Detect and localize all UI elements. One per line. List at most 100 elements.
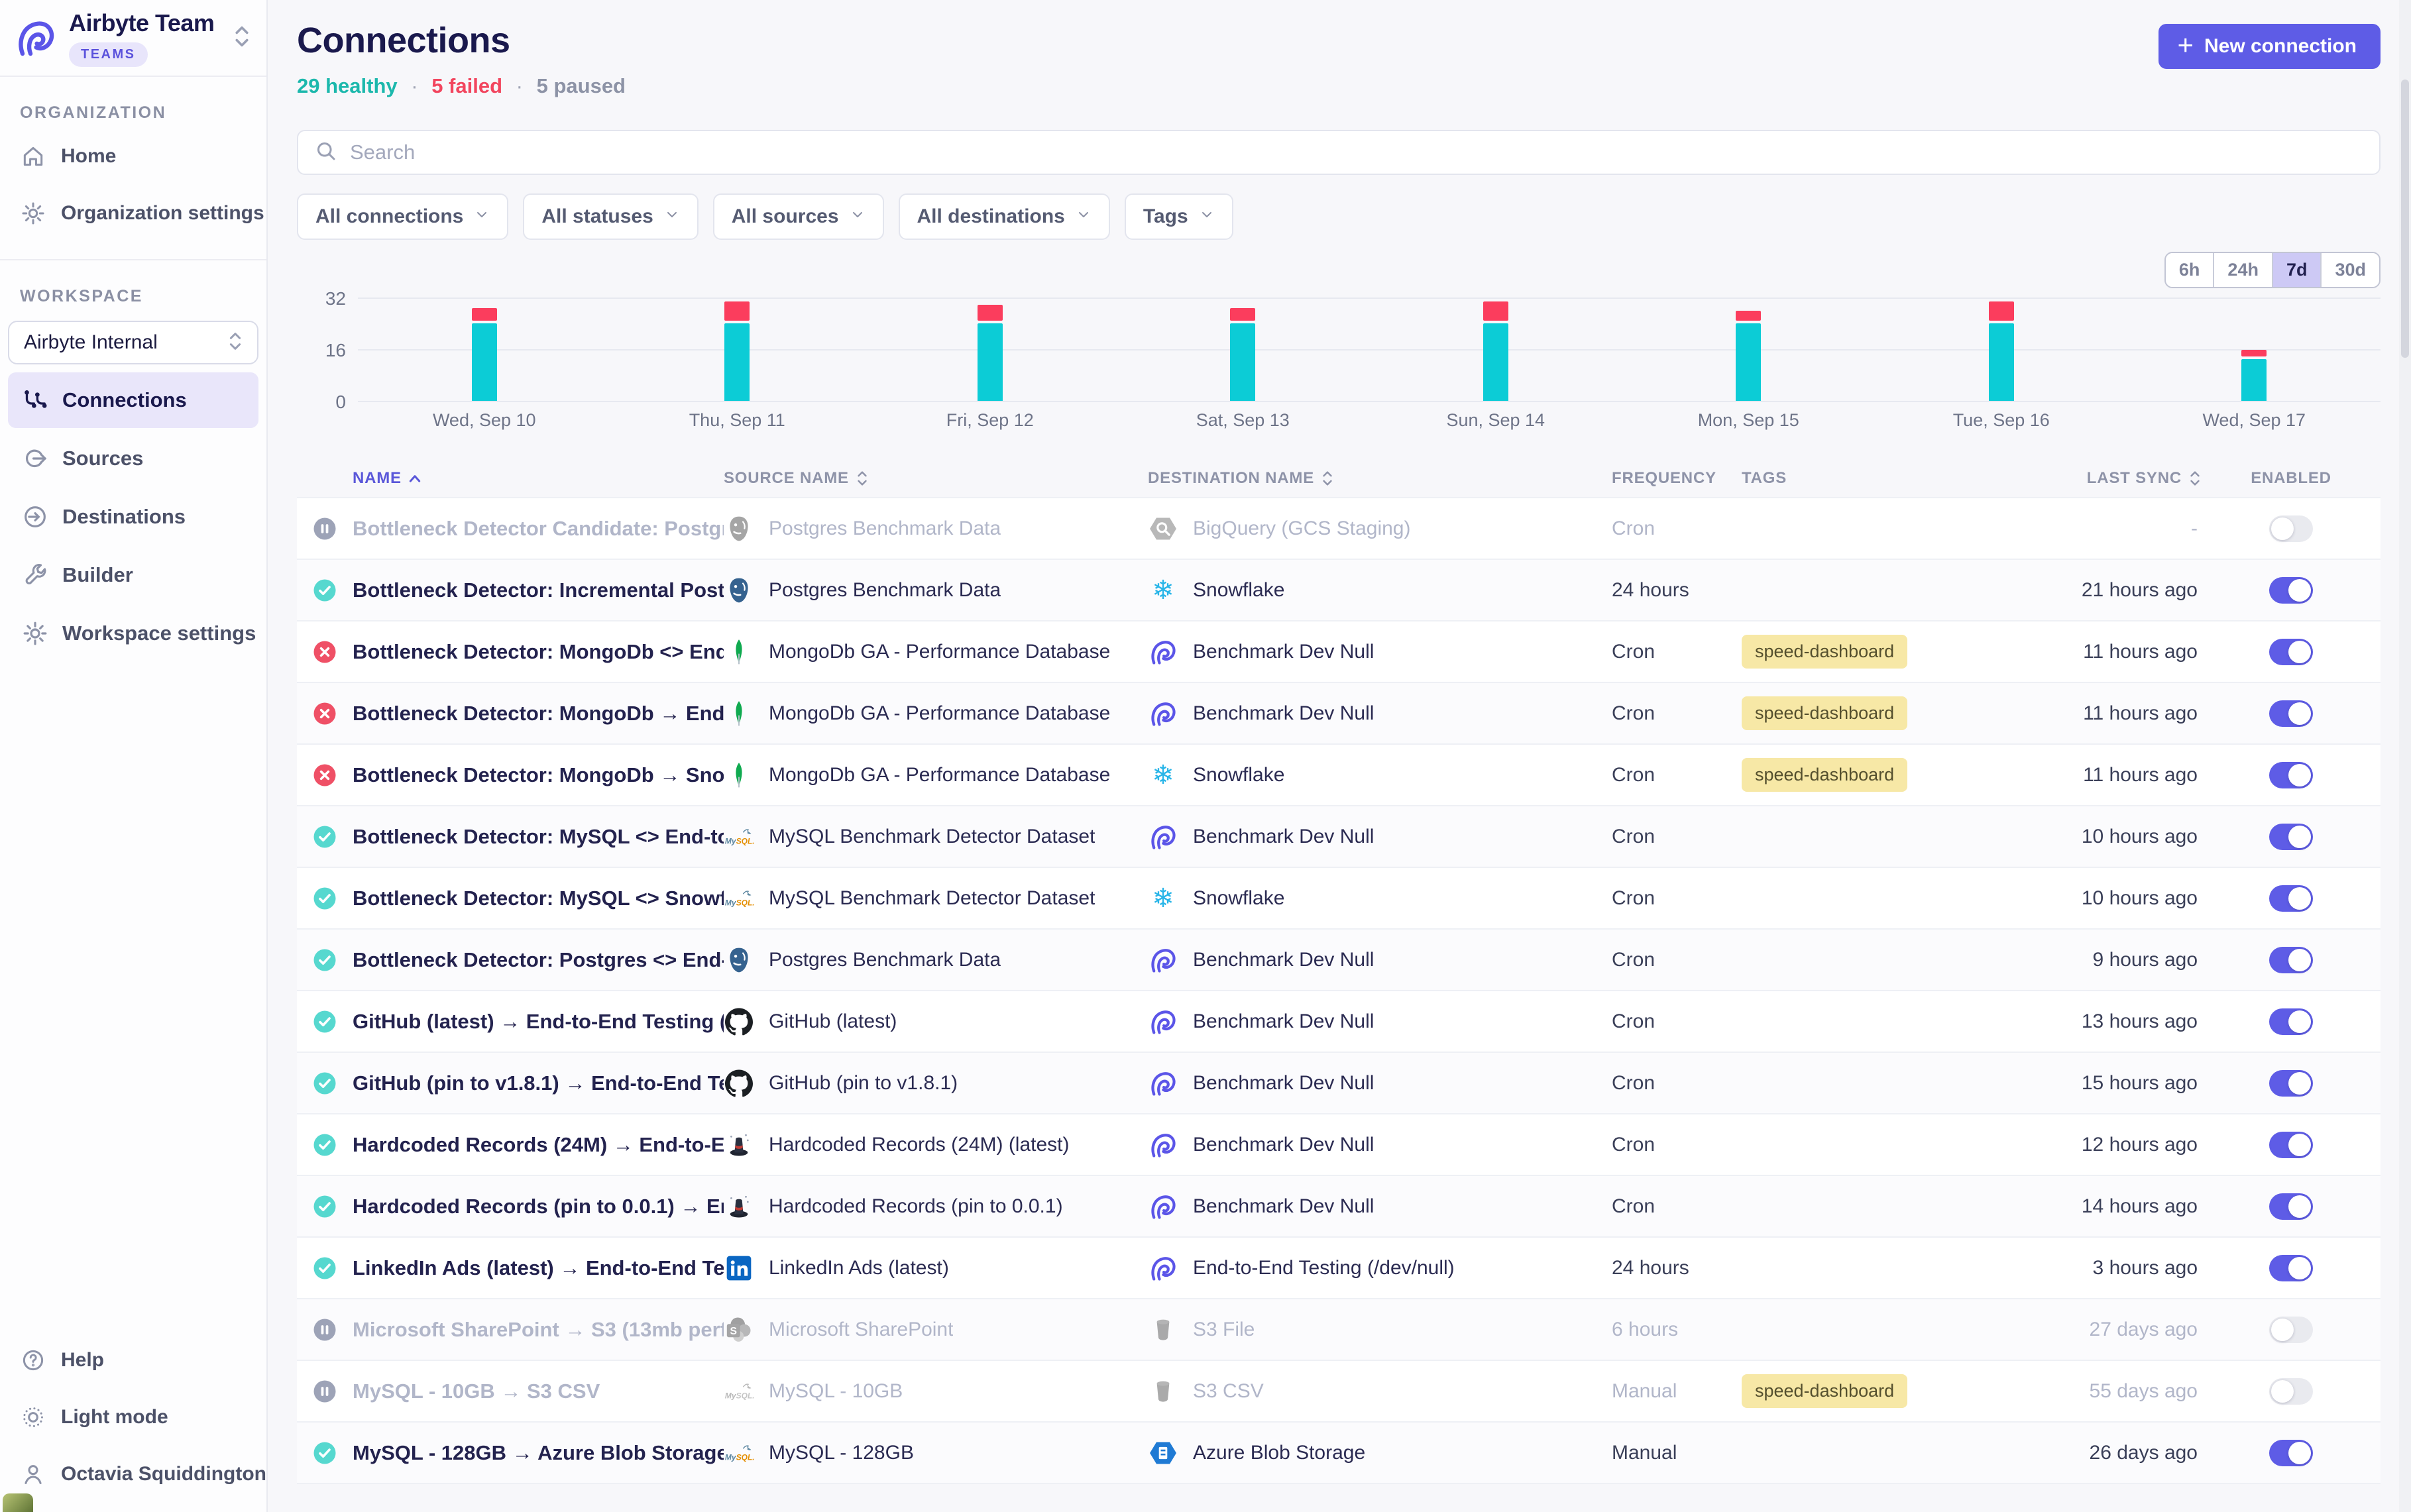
scrollbar-track[interactable] <box>2399 0 2411 1512</box>
failed-status-icon <box>313 763 337 787</box>
enabled-toggle[interactable] <box>2269 1378 2313 1405</box>
destination-name: S3 File <box>1193 1319 1255 1341</box>
last-sync: 12 hours ago <box>2082 1134 2198 1156</box>
table-row[interactable]: GitHub (latest) → End-to-End Testing (/d… <box>297 991 2381 1053</box>
table-row[interactable]: Hardcoded Records (pin to 0.0.1) → End-t… <box>297 1176 2381 1238</box>
last-sync: 26 days ago <box>2090 1442 2198 1464</box>
sidebar-item-help[interactable]: Help <box>0 1332 266 1389</box>
sidebar-item-connections[interactable]: Connections <box>8 372 258 428</box>
enabled-toggle[interactable] <box>2269 824 2313 850</box>
sort-icon <box>1321 469 1334 488</box>
time-range-option-7d[interactable]: 7d <box>2273 253 2322 287</box>
x-tick: Sun, Sep 14 <box>1369 410 1622 431</box>
toggle-knob <box>2288 641 2311 663</box>
chart-bar-2 <box>864 297 1117 401</box>
enabled-toggle[interactable] <box>2269 947 2313 973</box>
connection-name: Bottleneck Detector: Incremental Postgre… <box>353 578 724 602</box>
table-row[interactable]: Bottleneck Detector: MySQL <> Snowflake … <box>297 868 2381 930</box>
table-row[interactable]: Bottleneck Detector: MongoDb → Snowflake… <box>297 745 2381 806</box>
column-header-last-sync[interactable]: LAST SYNC <box>2029 469 2202 488</box>
chevron-down-icon <box>664 205 680 228</box>
column-header-name[interactable]: NAME <box>353 469 724 488</box>
sidebar-item-light-mode[interactable]: Light mode <box>0 1389 266 1446</box>
table-row[interactable]: Bottleneck Detector: MongoDb → End-to-En… <box>297 683 2381 745</box>
table-row[interactable]: Hardcoded Records (24M) → End-to-End Te.… <box>297 1114 2381 1176</box>
org-plan-badge: TEAMS <box>69 42 148 67</box>
connection-name: Bottleneck Detector: MongoDb → End-to-En… <box>353 702 724 726</box>
failed-bar-segment <box>1230 308 1255 321</box>
table-row[interactable]: Microsoft SharePoint → S3 (13mb performa… <box>297 1299 2381 1361</box>
sidebar-item-workspace-settings[interactable]: Workspace settings <box>8 606 258 661</box>
sidebar-item-home[interactable]: Home <box>0 128 266 185</box>
sidebar-item-organization-settings[interactable]: Organization settings <box>0 185 266 242</box>
table-row[interactable]: MySQL - 10GB → S3 CSV MySQL.MySQL - 10GB… <box>297 1361 2381 1423</box>
sidebar-item-builder[interactable]: Builder <box>8 547 258 603</box>
hardcoded-icon <box>724 1130 754 1160</box>
y-tick: 32 <box>325 288 346 309</box>
table-row[interactable]: GitHub (pin to v1.8.1) → End-to-End Test… <box>297 1053 2381 1114</box>
enabled-toggle[interactable] <box>2269 1070 2313 1097</box>
table-row[interactable]: Bottleneck Detector: MongoDb <> End-to-E… <box>297 621 2381 683</box>
table-row[interactable]: Bottleneck Detector: MySQL <> End-to-End… <box>297 806 2381 868</box>
paused-status-icon <box>313 1318 337 1342</box>
source-name: GitHub (latest) <box>769 1010 897 1033</box>
toggle-knob <box>2271 1319 2294 1341</box>
filter-row: All connections All statuses All sources Al… <box>297 193 2381 240</box>
enabled-toggle[interactable] <box>2269 515 2313 542</box>
enabled-toggle[interactable] <box>2269 762 2313 788</box>
enabled-toggle[interactable] <box>2269 1255 2313 1281</box>
scrollbar-thumb[interactable] <box>2401 80 2409 358</box>
workspace-selector[interactable]: Airbyte Internal <box>8 321 258 364</box>
tag-badge: speed-dashboard <box>1742 635 1907 669</box>
enabled-toggle[interactable] <box>2269 1132 2313 1158</box>
failed-count: 5 failed <box>431 74 502 97</box>
filter-dropdown-all-destinations[interactable]: All destinations <box>899 193 1110 240</box>
filter-dropdown-all-statuses[interactable]: All statuses <box>523 193 698 240</box>
frequency: Manual <box>1612 1442 1677 1464</box>
new-connection-button[interactable]: + New connection <box>2159 24 2381 69</box>
paused-status-icon <box>313 1379 337 1403</box>
postgres-icon <box>724 513 754 544</box>
search-input[interactable] <box>350 140 2363 164</box>
table-row[interactable]: MySQL - 128GB → Azure Blob Storage JSOn … <box>297 1423 2381 1484</box>
table-row[interactable]: Bottleneck Detector Candidate: Postgres … <box>297 498 2381 560</box>
github-icon <box>724 1006 754 1037</box>
sidebar-item-sources[interactable]: Sources <box>8 431 258 486</box>
toggle-knob <box>2288 826 2311 848</box>
succeeded-bar-segment <box>978 323 1003 401</box>
enabled-toggle[interactable] <box>2269 1193 2313 1220</box>
sidebar-item-destinations[interactable]: Destinations <box>8 489 258 545</box>
sidebar-item-user[interactable]: Octavia Squiddington <box>0 1446 266 1503</box>
org-switcher[interactable]: Airbyte Team TEAMS <box>0 0 266 77</box>
column-header-source-name[interactable]: SOURCE NAME <box>724 469 1148 488</box>
failed-bar-segment <box>1736 311 1761 321</box>
enabled-toggle[interactable] <box>2269 700 2313 727</box>
time-range-option-30d[interactable]: 30d <box>2322 253 2379 287</box>
mongodb-icon <box>724 637 754 667</box>
table-row[interactable]: Bottleneck Detector: Incremental Postgre… <box>297 560 2381 621</box>
sidebar-item-label: Builder <box>62 563 133 587</box>
enabled-toggle[interactable] <box>2269 1440 2313 1466</box>
column-header-destination-name[interactable]: DESTINATION NAME <box>1148 469 1612 488</box>
last-sync: 11 hours ago <box>2083 764 2198 786</box>
table-row[interactable]: Bottleneck Detector: Postgres <> End-to-… <box>297 930 2381 991</box>
time-range-option-6h[interactable]: 6h <box>2166 253 2215 287</box>
svg-text:My: My <box>725 1452 737 1462</box>
column-label: FREQUENCY <box>1612 469 1716 488</box>
enabled-toggle[interactable] <box>2269 1317 2313 1343</box>
filter-label: All statuses <box>541 205 653 228</box>
succeeded-bar-segment <box>1483 323 1508 401</box>
enabled-toggle[interactable] <box>2269 639 2313 665</box>
enabled-toggle[interactable] <box>2269 1008 2313 1035</box>
enabled-toggle[interactable] <box>2269 577 2313 604</box>
toggle-knob <box>2288 1134 2311 1156</box>
toggle-knob <box>2271 517 2294 540</box>
filter-dropdown-all-sources[interactable]: All sources <box>713 193 884 240</box>
time-range-option-24h[interactable]: 24h <box>2214 253 2273 287</box>
table-row[interactable]: LinkedIn Ads (latest) → End-to-End Testi… <box>297 1238 2381 1299</box>
enabled-toggle[interactable] <box>2269 885 2313 912</box>
filter-dropdown-tags[interactable]: Tags <box>1125 193 1233 240</box>
last-sync: - <box>2191 517 2198 540</box>
time-range-selector: 6h24h7d30d <box>2164 252 2381 288</box>
filter-dropdown-all-connections[interactable]: All connections <box>297 193 508 240</box>
